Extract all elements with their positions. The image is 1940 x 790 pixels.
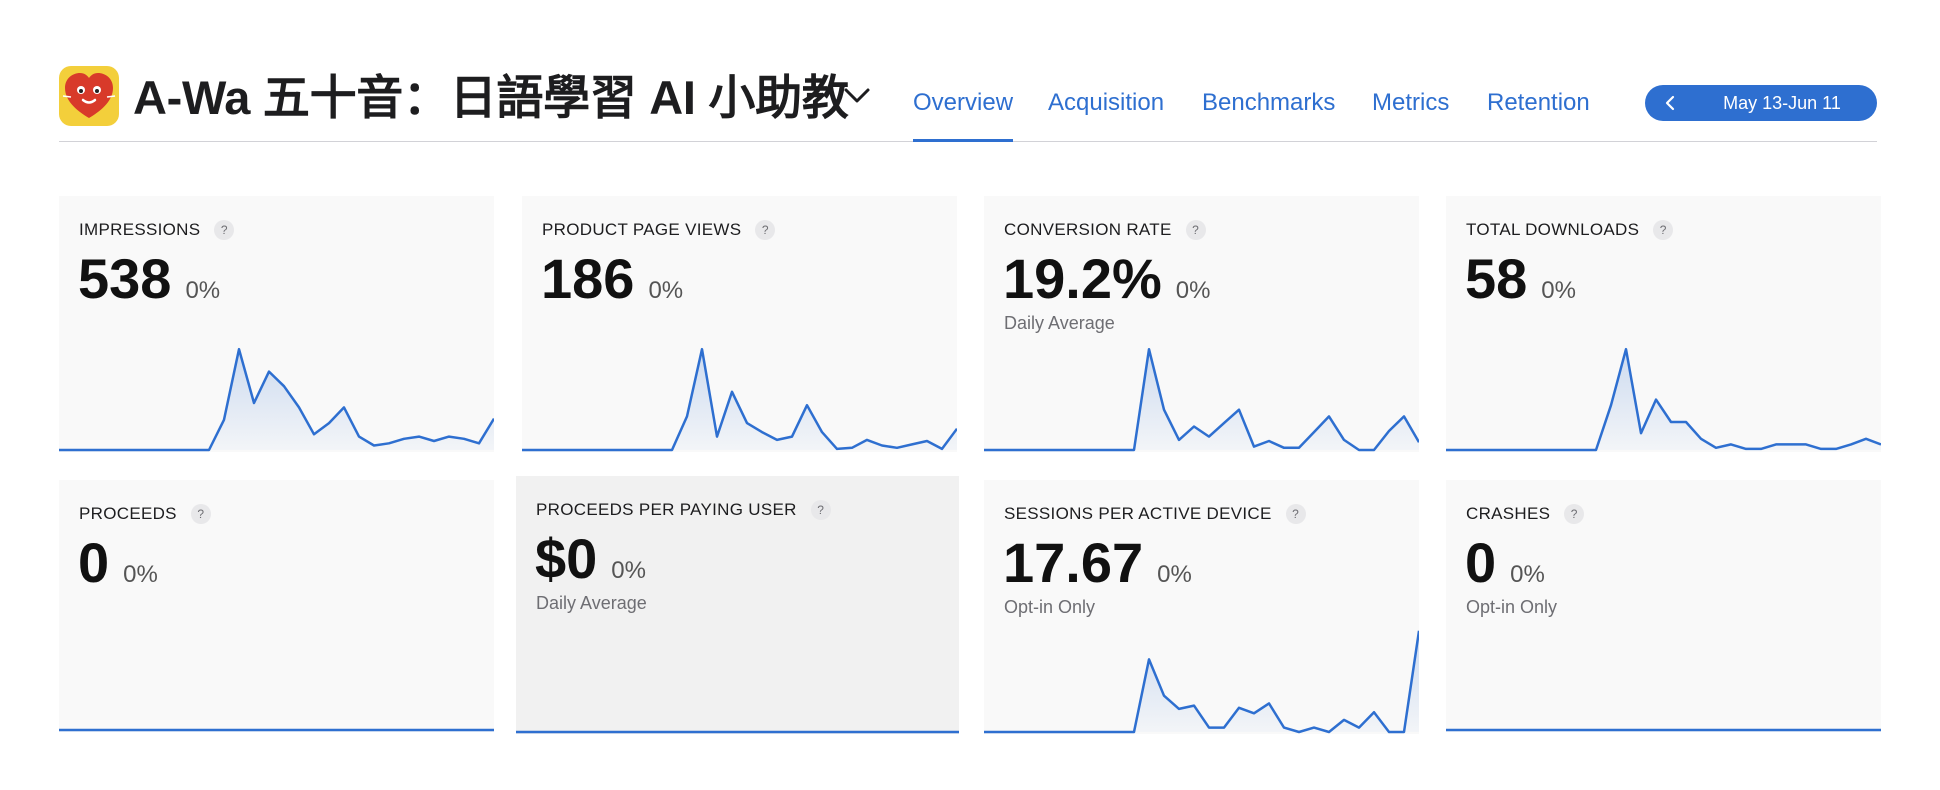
chevron-left-icon[interactable] <box>1663 95 1679 111</box>
crashes-sparkline <box>1446 728 1881 732</box>
sessions-per-active-device-sparkline <box>984 630 1419 734</box>
app-title: A-Wa 五十音：日語學習 AI 小助教 <box>133 71 849 124</box>
total-downloads-sparkline <box>1446 347 1881 452</box>
sparkline-area <box>522 349 957 450</box>
sparkline-area <box>59 349 494 450</box>
tab-metrics[interactable]: Metrics <box>1372 88 1449 118</box>
sparkline-area <box>984 349 1419 450</box>
date-range-button[interactable]: May 13-Jun 11 <box>1645 85 1877 121</box>
chevron-down-icon[interactable] <box>842 84 872 108</box>
card-proceeds[interactable]: PROCEEDS? 0 0% <box>59 480 494 732</box>
date-range-label: May 13-Jun 11 <box>1723 93 1841 113</box>
tab-acquisition[interactable]: Acquisition <box>1048 88 1164 118</box>
tab-retention[interactable]: Retention <box>1487 88 1590 118</box>
sparkline-line <box>984 630 1419 734</box>
card-impressions[interactable]: IMPRESSIONS? 538 0% <box>59 196 494 452</box>
app-header: A-Wa 五十音：日語學習 AI 小助教 Overview Acquisitio… <box>59 64 1877 142</box>
card-total-downloads[interactable]: TOTAL DOWNLOADS? 58 0% <box>1446 196 1881 452</box>
tab-benchmarks[interactable]: Benchmarks <box>1202 88 1335 118</box>
tab-overview[interactable]: Overview <box>913 88 1014 142</box>
card-conversion-rate[interactable]: CONVERSION RATE? 19.2% 0% Daily Average <box>984 196 1419 452</box>
card-proceeds-per-paying-user[interactable]: PROCEEDS PER PAYING USER? $0 0% Daily Ave… <box>516 476 959 734</box>
card-product-page-views[interactable]: PRODUCT PAGE VIEWS? 186 0% <box>522 196 957 452</box>
impressions-sparkline <box>59 347 494 452</box>
proceeds-sparkline <box>59 728 494 732</box>
sparkline-area <box>1446 349 1881 450</box>
app-icon <box>59 66 119 126</box>
product-page-views-sparkline <box>522 347 957 452</box>
card-crashes[interactable]: CRASHES? 0 0% Opt-in Only <box>1446 480 1881 732</box>
proceeds-per-paying-user-sparkline <box>516 730 959 734</box>
card-sessions-per-active-device[interactable]: SESSIONS PER ACTIVE DEVICE? 17.67 0% Opt-… <box>984 480 1419 734</box>
conversion-rate-sparkline <box>984 347 1419 452</box>
